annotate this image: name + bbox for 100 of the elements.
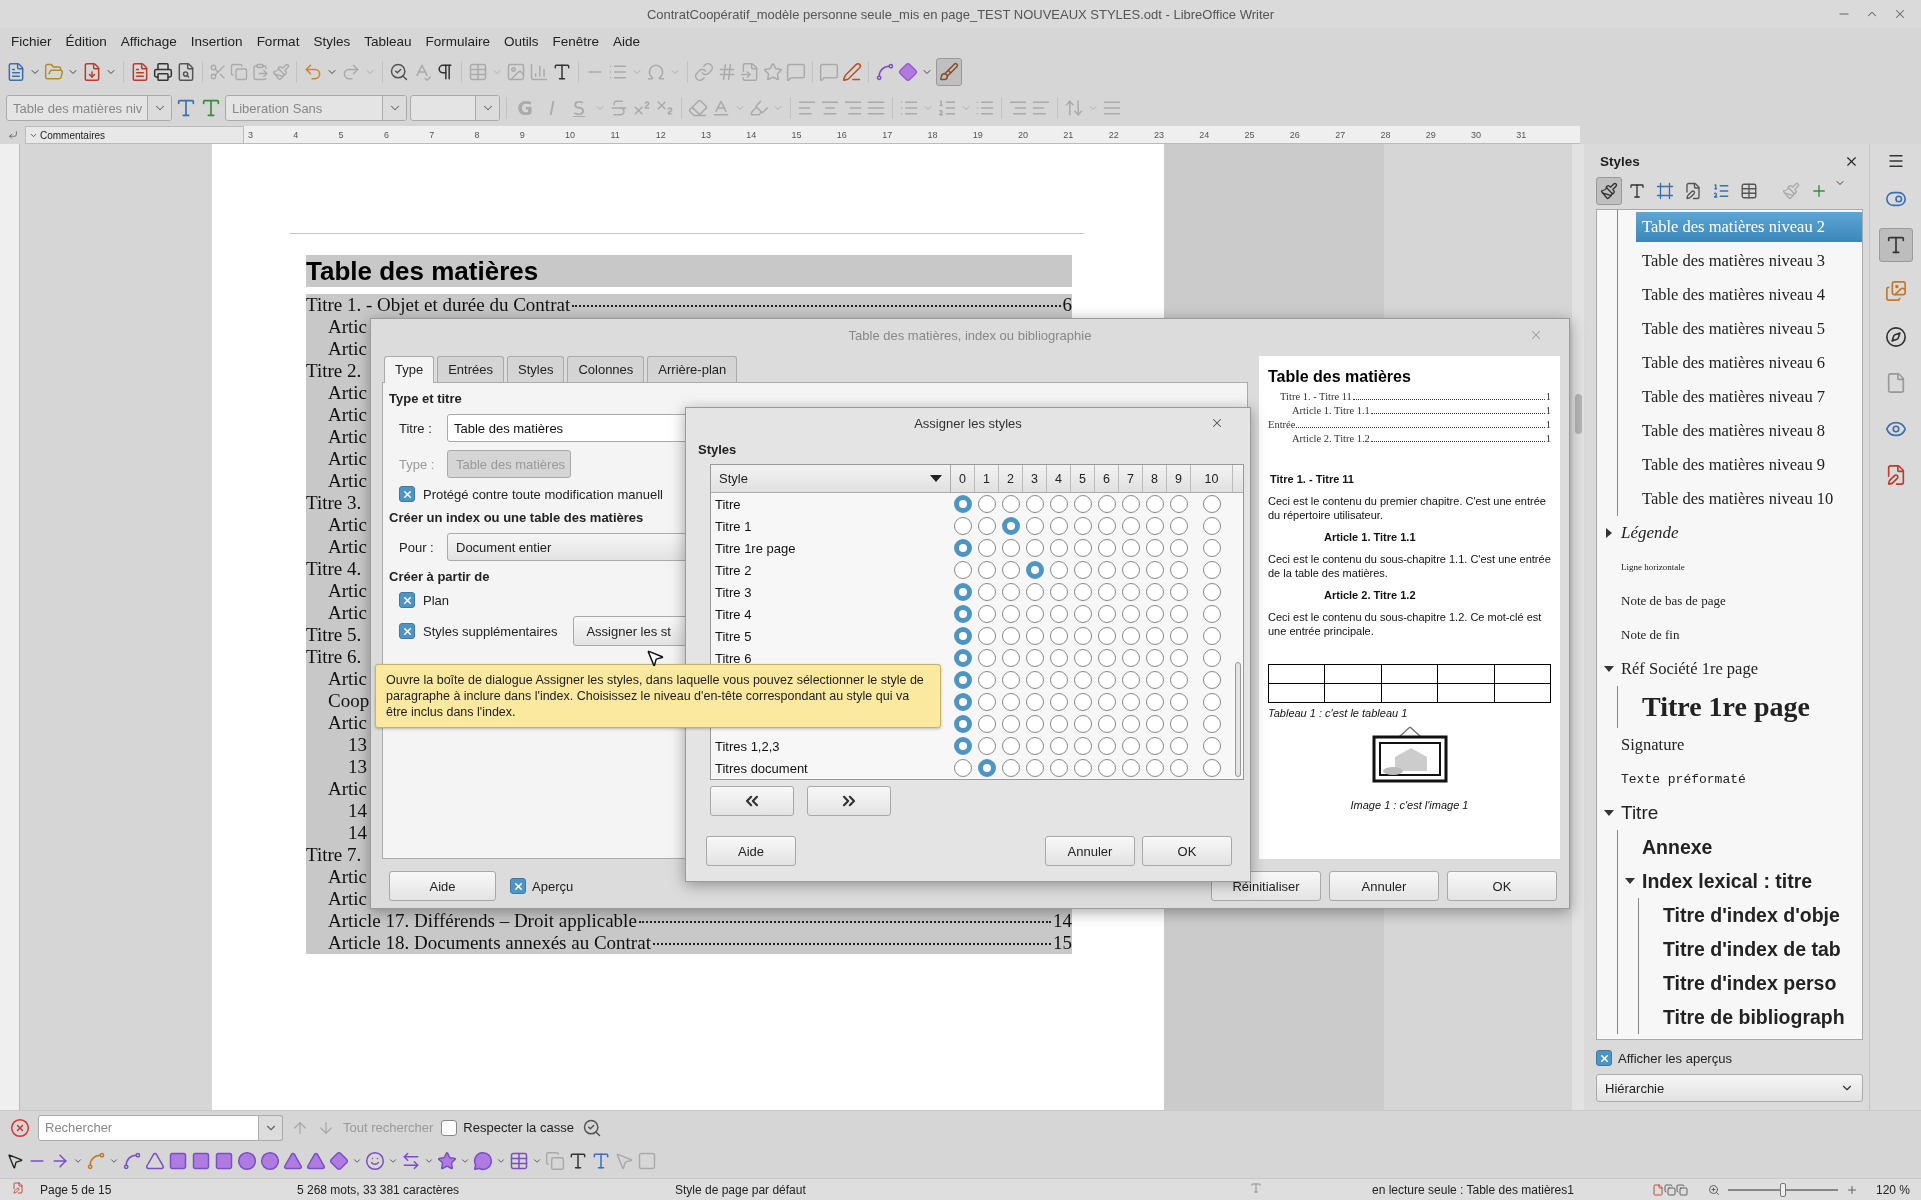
radio-button[interactable] (1074, 539, 1092, 557)
radio-button[interactable] (1098, 737, 1116, 755)
radio-button[interactable] (1122, 539, 1140, 557)
radio-button[interactable] (1203, 693, 1221, 711)
radio-button[interactable] (1170, 583, 1188, 601)
radio-button[interactable] (1098, 759, 1116, 777)
filter-select[interactable]: Hiérarchie (1596, 1074, 1863, 1102)
align-right-icon[interactable] (843, 98, 863, 118)
radio-button[interactable] (1146, 561, 1164, 579)
radio-button[interactable] (1050, 539, 1068, 557)
radio-button[interactable] (1026, 539, 1044, 557)
radio-button[interactable] (1026, 561, 1044, 579)
paragraph-styles-icon[interactable] (1600, 182, 1618, 200)
radio-button[interactable] (954, 693, 972, 711)
radio-button[interactable] (1074, 561, 1092, 579)
radio-button[interactable] (1146, 649, 1164, 667)
radio-button[interactable] (978, 693, 996, 711)
radio-button[interactable] (1050, 671, 1068, 689)
highlighter-icon[interactable] (749, 98, 769, 118)
radio-button[interactable] (1002, 737, 1020, 755)
checkbox[interactable] (399, 486, 415, 502)
subscript-icon[interactable] (655, 98, 675, 118)
radio-button[interactable] (1122, 561, 1140, 579)
comments-button[interactable]: Commentaires (25, 126, 244, 144)
menu-item[interactable]: Fenêtre (545, 33, 606, 49)
radio-button[interactable] (1050, 737, 1068, 755)
search-icon[interactable] (389, 62, 409, 82)
radio-button[interactable] (1002, 605, 1020, 623)
radio-button[interactable] (1203, 583, 1221, 601)
radio-button[interactable] (1050, 715, 1068, 733)
menu-item[interactable]: Tableau (357, 33, 419, 49)
align-left-icon[interactable] (797, 98, 817, 118)
track-changes-icon[interactable] (842, 62, 862, 82)
print-preview-icon[interactable] (176, 62, 196, 82)
document-icon[interactable] (6, 62, 26, 82)
fill-format-icon[interactable] (1782, 182, 1800, 200)
omega-icon[interactable] (646, 62, 666, 82)
radio-button[interactable] (1170, 539, 1188, 557)
text-box-icon[interactable] (568, 1151, 588, 1171)
radio-button[interactable] (1122, 737, 1140, 755)
folder-icon[interactable] (44, 62, 64, 82)
radio-button[interactable] (1050, 583, 1068, 601)
style-item[interactable]: Note de bas de page (1615, 588, 1862, 614)
zoom-in-icon[interactable] (1846, 1183, 1858, 1196)
connector-icon[interactable] (122, 1151, 142, 1171)
radio-button[interactable] (1170, 627, 1188, 645)
radio-button[interactable] (1050, 495, 1068, 513)
caret-icon[interactable] (930, 474, 942, 483)
table-styles-icon[interactable] (1740, 182, 1758, 200)
radio-button[interactable] (1203, 605, 1221, 623)
pointer-icon[interactable] (6, 1152, 24, 1170)
radio-button[interactable] (1122, 649, 1140, 667)
paste-icon[interactable] (251, 63, 269, 81)
radio-button[interactable] (1203, 561, 1221, 579)
radio-button[interactable] (1074, 649, 1092, 667)
help-button[interactable]: Aide (706, 836, 796, 866)
field-icon[interactable] (740, 62, 760, 82)
dialog-button[interactable]: Annuler (1045, 836, 1135, 866)
radio-button[interactable] (1098, 495, 1116, 513)
checkbox[interactable] (399, 623, 415, 639)
book-view-icon[interactable] (1676, 1183, 1688, 1196)
radio-button[interactable] (1122, 605, 1140, 623)
note-icon[interactable] (819, 62, 839, 82)
fontwork-icon[interactable] (591, 1151, 611, 1171)
menu-item[interactable]: Format (249, 33, 307, 49)
style-item[interactable]: Table des matières niveau 8 (1636, 416, 1862, 446)
radio-button[interactable] (1098, 649, 1116, 667)
radio-button[interactable] (1203, 759, 1221, 777)
radio-button[interactable] (1026, 517, 1044, 535)
radio-button[interactable] (1074, 737, 1092, 755)
radio-button[interactable] (954, 759, 972, 777)
radio-button[interactable] (1026, 693, 1044, 711)
radio-button[interactable] (1122, 583, 1140, 601)
radio-button[interactable] (1026, 715, 1044, 733)
radio-button[interactable] (1146, 737, 1164, 755)
scrollbar[interactable] (1572, 144, 1584, 1110)
menu-item[interactable]: Outils (496, 33, 546, 49)
radio-button[interactable] (1002, 627, 1020, 645)
dialog-button[interactable]: Annuler (1329, 871, 1439, 901)
radio-button[interactable] (978, 715, 996, 733)
style-item[interactable]: Table des matières niveau 9 (1636, 450, 1862, 480)
text-box-icon[interactable] (552, 62, 572, 82)
radio-button[interactable] (1146, 539, 1164, 557)
radio-button[interactable] (1122, 759, 1140, 777)
column-header[interactable]: Style (711, 465, 951, 492)
style-item[interactable]: Table des matières niveau 7 (1636, 382, 1862, 412)
style-item[interactable]: Signature (1615, 730, 1862, 760)
menu-icon[interactable] (1886, 152, 1905, 170)
radio-button[interactable] (1098, 561, 1116, 579)
comment-icon[interactable] (786, 62, 806, 82)
radio-button[interactable] (1098, 627, 1116, 645)
extrusion-icon[interactable] (637, 1151, 657, 1171)
radio-button[interactable] (1146, 627, 1164, 645)
radio-button[interactable] (1122, 495, 1140, 513)
radio-button[interactable] (1203, 737, 1221, 755)
radio-button[interactable] (1203, 539, 1221, 557)
radio-button[interactable] (1098, 539, 1116, 557)
radio-button[interactable] (978, 583, 996, 601)
navigator-icon[interactable] (1884, 326, 1907, 348)
style-item[interactable]: Titre de bibliograph (1657, 1000, 1862, 1034)
